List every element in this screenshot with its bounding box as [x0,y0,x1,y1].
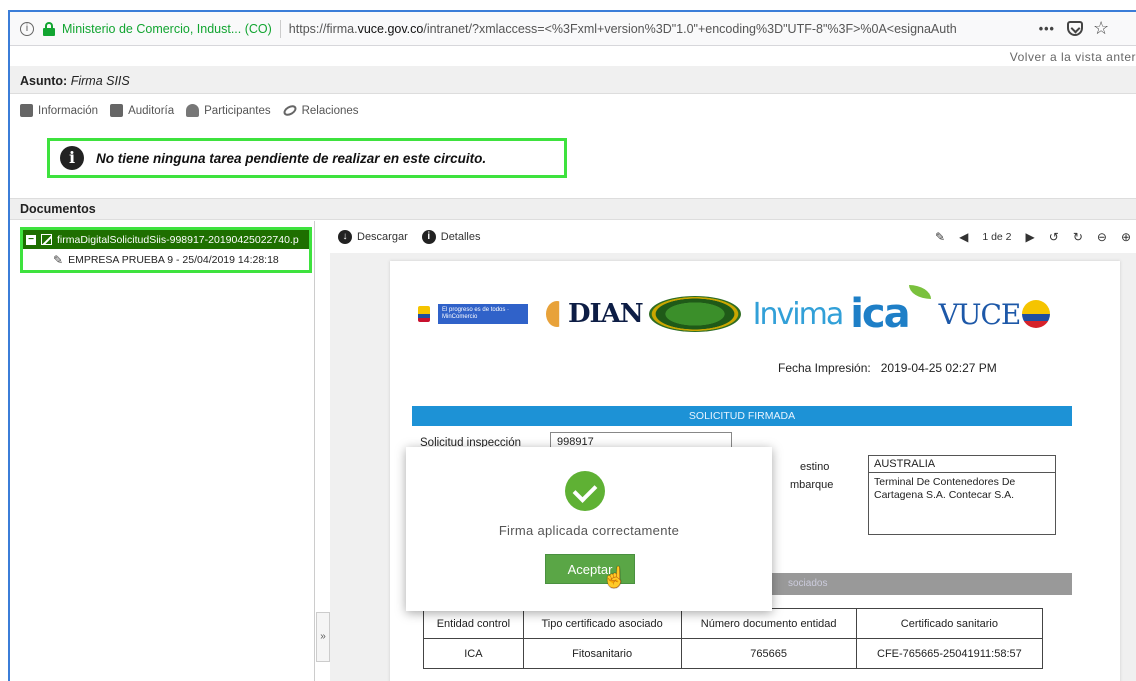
tree-item-document[interactable]: − firmaDigitalSolicitudSiis-998917-20190… [23,230,309,249]
collapse-icon[interactable]: − [26,234,36,245]
logo-strip: El progreso es de todos · MinComercio DI… [418,285,1098,339]
url-prefix: https://firma. [288,21,358,36]
print-date: Fecha Impresión: 2019-04-25 02:27 PM [778,361,997,375]
download-button[interactable]: ↓ Descargar [338,230,408,244]
zoom-out-icon[interactable]: ⊖ [1097,230,1107,244]
invima-logo: Invima [752,296,845,332]
ica-leaf-icon [908,285,931,299]
viewer-toolbar: ↓ Descargar i Detalles ✎ ◀ 1 de 2 ▶ ↺ ↻ ⊖ … [330,221,1136,253]
signed-banner: SOLICITUD FIRMADA [412,406,1072,426]
signed-doc-icon [41,234,52,245]
tab-relaciones[interactable]: Relaciones [281,103,359,118]
gov-logo: El progreso es de todos · MinComercio [438,304,528,324]
table-cell: 765665 [680,638,857,669]
download-icon: ↓ [338,230,352,244]
destino-label: estino [800,461,830,473]
documents-header: Documentos [10,198,1136,220]
signature-icon: ✎ [53,253,64,267]
tab-label: Auditoría [128,104,175,117]
next-page-button[interactable]: ▶ [1026,230,1035,244]
success-check-icon [565,471,605,511]
lock-icon[interactable] [42,21,56,36]
table-header-row: Entidad control Tipo certificado asociad… [423,608,1044,639]
details-label: Detalles [440,231,481,243]
colombia-crest-icon [418,306,430,322]
table-cell: CFE-765665-25041911:58:57 [855,638,1044,669]
embarque-value: Terminal De Contenedores De Cartagena S.… [868,473,1056,535]
url-separator [279,19,281,38]
tree-item-signature[interactable]: ✎ EMPRESA PRUEBA 9 - 25/04/2019 14:28:18 [53,253,279,267]
table-header: Entidad control [423,608,524,639]
tab-participantes[interactable]: Participantes [186,104,271,117]
fina-logo [648,296,741,332]
info-badge-icon: i [60,146,84,170]
dian-text: DIAN [568,299,644,329]
prev-page-button[interactable]: ◀ [959,230,968,244]
rotate-right-icon[interactable]: ↻ [1073,230,1083,244]
dian-logo: DIAN [546,299,644,329]
tab-label: Relaciones [301,104,359,117]
panel-toggle[interactable]: » [316,612,330,662]
subject-value: Firma SIIS [70,74,130,88]
link-icon [281,103,298,118]
table-header: Número documento entidad [680,608,857,639]
table-header: Tipo certificado asociado [522,608,682,639]
audit-icon [110,104,124,117]
bookmark-star-icon[interactable]: ☆ [1093,18,1109,39]
tree-selection: − firmaDigitalSolicitudSiis-998917-20190… [20,227,312,273]
more-actions-button[interactable]: ••• [1039,22,1055,36]
subject-bar: Asunto: Firma SIIS [10,66,1136,94]
embarque-label: mbarque [790,479,834,491]
vuce-logo: VUCE [939,298,1051,331]
pocket-icon[interactable] [1066,21,1083,36]
certificates-table: Entidad control Tipo certificado asociad… [423,608,1044,669]
info-doc-icon [20,104,33,117]
url-rest: /intranet/?xmlaccess=<%3Fxml+version%3D"… [423,21,957,36]
tab-label: Participantes [204,104,271,117]
tab-auditoria[interactable]: Auditoría [110,104,174,117]
page-indicator: 1 de 2 [982,231,1012,243]
table-cell: Fitosanitario [522,638,682,669]
vuce-ball-icon [1022,300,1051,328]
subject-label: Asunto: [20,74,68,88]
sign-pen-icon[interactable]: ✎ [935,230,945,244]
download-label: Descargar [357,231,408,243]
tab-label: Información [38,104,99,117]
success-message: Firma aplicada correctamente [498,523,680,538]
viewer-controls: ✎ ◀ 1 de 2 ▶ ↺ ↻ ⊖ ⊕ [928,221,1136,253]
back-to-view-link[interactable]: Volver a la vista anter [1010,50,1136,64]
detail-tabs: Información Auditoría Participantes Rela… [20,103,371,118]
table-header: Certificado sanitario [855,608,1044,639]
document-file-name: firmaDigitalSolicitudSiis-998917-2019042… [57,233,299,246]
participants-icon [186,104,200,117]
details-button[interactable]: i Detalles [421,230,481,244]
ica-logo: ica [850,285,931,337]
print-date-value: 2019-04-25 02:27 PM [880,361,997,375]
details-icon: i [421,230,436,244]
table-cell: ICA [423,638,524,669]
signature-text: EMPRESA PRUEBA 9 - 25/04/2019 14:28:18 [68,254,279,266]
info-icon[interactable]: i [20,21,34,36]
url-bar[interactable]: i Ministerio de Comercio, Indust... (CO)… [10,12,1136,46]
notice-box: i No tiene ninguna tarea pendiente de re… [47,138,567,178]
url-text[interactable]: https://firma.vuce.gov.co/intranet/?xmla… [289,22,1029,36]
notice-text: No tiene ninguna tarea pendiente de real… [96,150,487,166]
success-dialog: Firma aplicada correctamente Aceptar ☝ [406,447,772,611]
print-date-label: Fecha Impresión: [778,361,871,375]
dian-ball-icon [546,301,560,327]
url-domain: vuce.gov.co [357,21,424,36]
document-tree: − firmaDigitalSolicitudSiis-998917-20190… [10,221,315,681]
hand-cursor-icon: ☝ [602,567,627,589]
site-identity[interactable]: Ministerio de Comercio, Indust... (CO) [62,22,272,36]
table-row: ICA Fitosanitario 765665 CFE-765665-2504… [423,638,1044,669]
rotate-left-icon[interactable]: ↺ [1049,230,1059,244]
tab-informacion[interactable]: Información [20,104,98,117]
destino-value: AUSTRALIA [868,455,1056,473]
zoom-in-icon[interactable]: ⊕ [1121,230,1131,244]
